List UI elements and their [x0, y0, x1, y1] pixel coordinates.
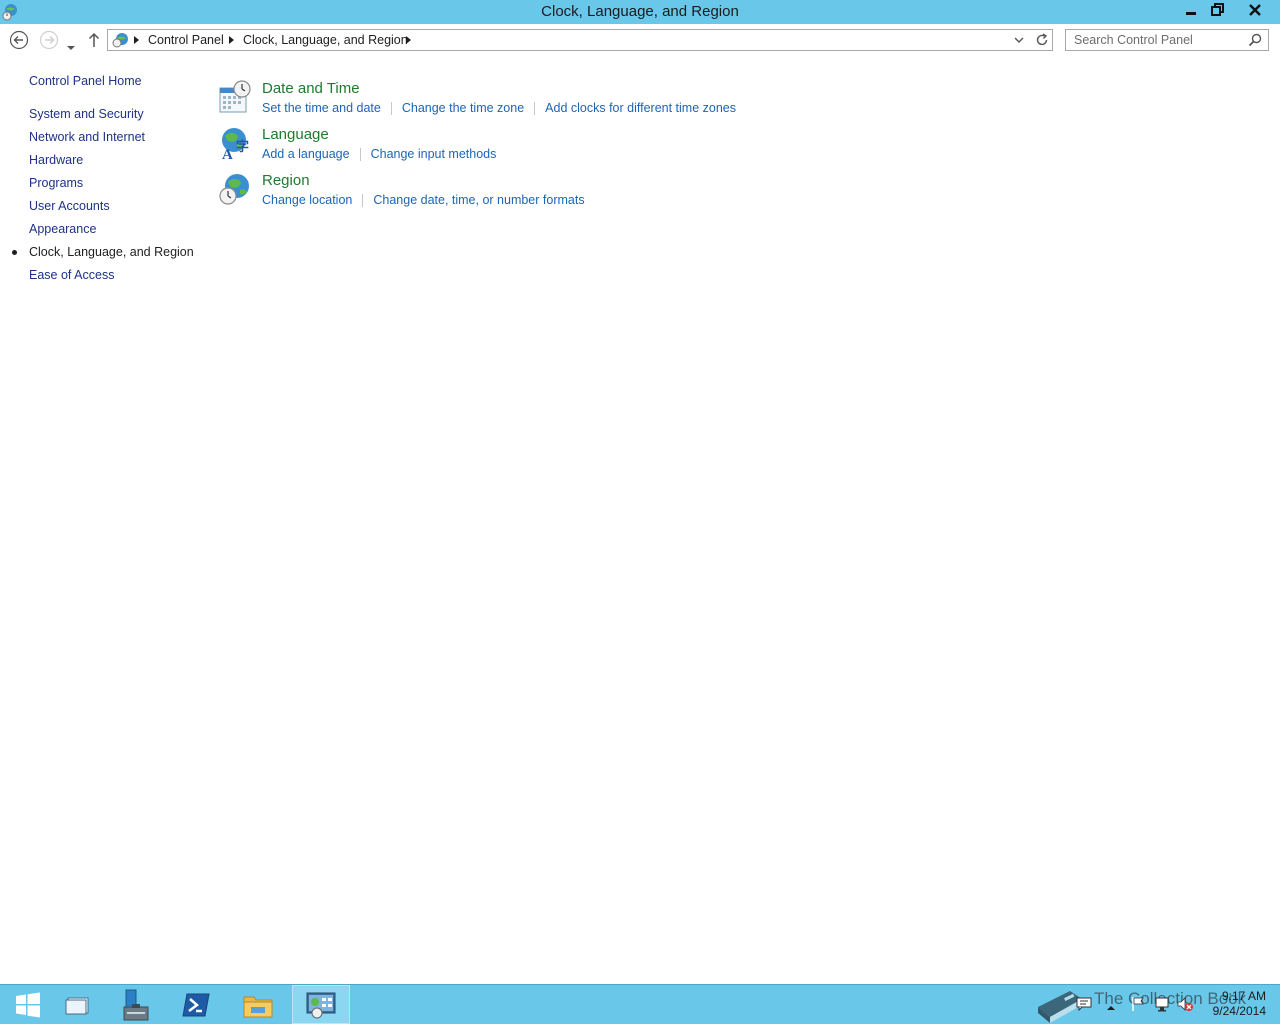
current-item-bullet	[12, 250, 17, 255]
language-links: Add a language Change input methods	[262, 147, 497, 162]
chevron-down-icon	[67, 46, 75, 50]
minimize-icon	[1186, 12, 1196, 15]
search-box[interactable]	[1065, 29, 1269, 51]
calendar-clock-icon[interactable]	[218, 80, 252, 114]
navigation-bar: Control Panel Clock, Language, and Regio…	[0, 24, 1280, 58]
server-manager-button[interactable]	[107, 985, 163, 1024]
powershell-button[interactable]	[168, 985, 224, 1024]
language-title[interactable]: Language	[262, 126, 329, 143]
date-and-time-links: Set the time and date Change the time zon…	[262, 101, 736, 116]
search-icon[interactable]	[1248, 33, 1262, 47]
back-button[interactable]	[9, 30, 29, 55]
sidebar-item-network-and-internet[interactable]: Network and Internet	[29, 130, 145, 144]
breadcrumb-clock-language-region[interactable]: Clock, Language, and Region	[243, 33, 408, 47]
svg-text:字: 字	[236, 139, 249, 154]
control-panel-taskbar-icon	[306, 992, 336, 1018]
powershell-icon	[182, 993, 210, 1016]
chevron-up-icon	[1107, 1006, 1115, 1010]
action-center-icon[interactable]	[1076, 997, 1092, 1016]
sidebar-item-programs[interactable]: Programs	[29, 176, 83, 190]
close-button[interactable]	[1232, 0, 1278, 20]
back-arrow-icon	[9, 30, 29, 50]
link-divider	[390, 102, 392, 116]
file-explorer-button[interactable]	[230, 985, 286, 1024]
show-hidden-icons-button[interactable]	[1106, 999, 1116, 1017]
title-bar: Clock, Language, and Region	[0, 0, 1280, 24]
link-divider	[359, 148, 361, 162]
window-title: Clock, Language, and Region	[541, 3, 739, 20]
region-title[interactable]: Region	[262, 172, 310, 189]
forward-arrow-icon	[39, 30, 59, 50]
add-a-language-link[interactable]: Add a language	[262, 147, 350, 161]
link-divider	[362, 194, 364, 208]
clock-time: 9:17 AM	[1221, 989, 1266, 1003]
control-panel-taskbar-button[interactable]	[292, 985, 350, 1024]
svg-text:A: A	[222, 147, 233, 160]
folder-icon	[243, 996, 273, 1017]
sidebar-item-hardware[interactable]: Hardware	[29, 153, 83, 167]
volume-muted-icon[interactable]	[1176, 996, 1194, 1017]
restore-button[interactable]	[1205, 0, 1231, 20]
control-panel-location-icon	[112, 33, 128, 48]
windows-logo-icon	[16, 992, 40, 1017]
breadcrumb-separator[interactable]	[229, 36, 234, 44]
region-links: Change location Change date, time, or num…	[262, 193, 585, 208]
start-button[interactable]	[0, 985, 56, 1024]
language-globe-icon[interactable]: A 字	[218, 126, 252, 160]
clock-date: 9/24/2014	[1212, 1004, 1266, 1018]
change-time-zone-link[interactable]: Change the time zone	[402, 101, 524, 115]
link-divider	[534, 102, 536, 116]
sidebar-item-ease-of-access[interactable]: Ease of Access	[29, 268, 114, 282]
minimize-button[interactable]	[1178, 0, 1204, 20]
region-globe-clock-icon[interactable]	[218, 172, 252, 206]
breadcrumb-separator[interactable]	[134, 36, 139, 44]
sidebar-item-clock-language-and-region: Clock, Language, and Region	[29, 245, 194, 259]
set-time-and-date-link[interactable]: Set the time and date	[262, 101, 381, 115]
sidebar-item-user-accounts[interactable]: User Accounts	[29, 199, 110, 213]
task-view-button[interactable]	[49, 985, 105, 1024]
close-icon	[1249, 4, 1261, 16]
up-arrow-icon	[88, 32, 100, 47]
recent-locations-button[interactable]	[66, 38, 76, 56]
flag-icon[interactable]	[1130, 996, 1146, 1017]
breadcrumb-separator[interactable]	[406, 36, 411, 44]
forward-button[interactable]	[39, 30, 59, 55]
file-explorer-window-icon	[65, 997, 89, 1014]
address-bar[interactable]: Control Panel Clock, Language, and Regio…	[107, 29, 1053, 51]
up-button[interactable]	[87, 32, 101, 53]
breadcrumb-control-panel[interactable]: Control Panel	[148, 33, 224, 47]
search-input[interactable]	[1066, 30, 1250, 50]
change-location-link[interactable]: Change location	[262, 193, 352, 207]
change-formats-link[interactable]: Change date, time, or number formats	[373, 193, 584, 207]
network-icon[interactable]	[1154, 996, 1172, 1017]
change-input-methods-link[interactable]: Change input methods	[371, 147, 497, 161]
system-clock[interactable]: 9:17 AM 9/24/2014	[1196, 989, 1266, 1019]
sidebar-item-control-panel-home[interactable]: Control Panel Home	[29, 74, 142, 88]
server-manager-icon	[123, 989, 149, 1020]
restore-icon	[1211, 3, 1224, 16]
add-clocks-link[interactable]: Add clocks for different time zones	[545, 101, 736, 115]
address-dropdown-icon[interactable]	[1014, 36, 1024, 44]
sidebar-item-system-and-security[interactable]: System and Security	[29, 107, 144, 121]
sidebar-item-appearance[interactable]: Appearance	[29, 222, 96, 236]
refresh-icon[interactable]	[1035, 33, 1049, 47]
taskbar: The Collection Book 9:17 AM 9/24/2014	[0, 984, 1280, 1024]
date-and-time-title[interactable]: Date and Time	[262, 80, 360, 97]
